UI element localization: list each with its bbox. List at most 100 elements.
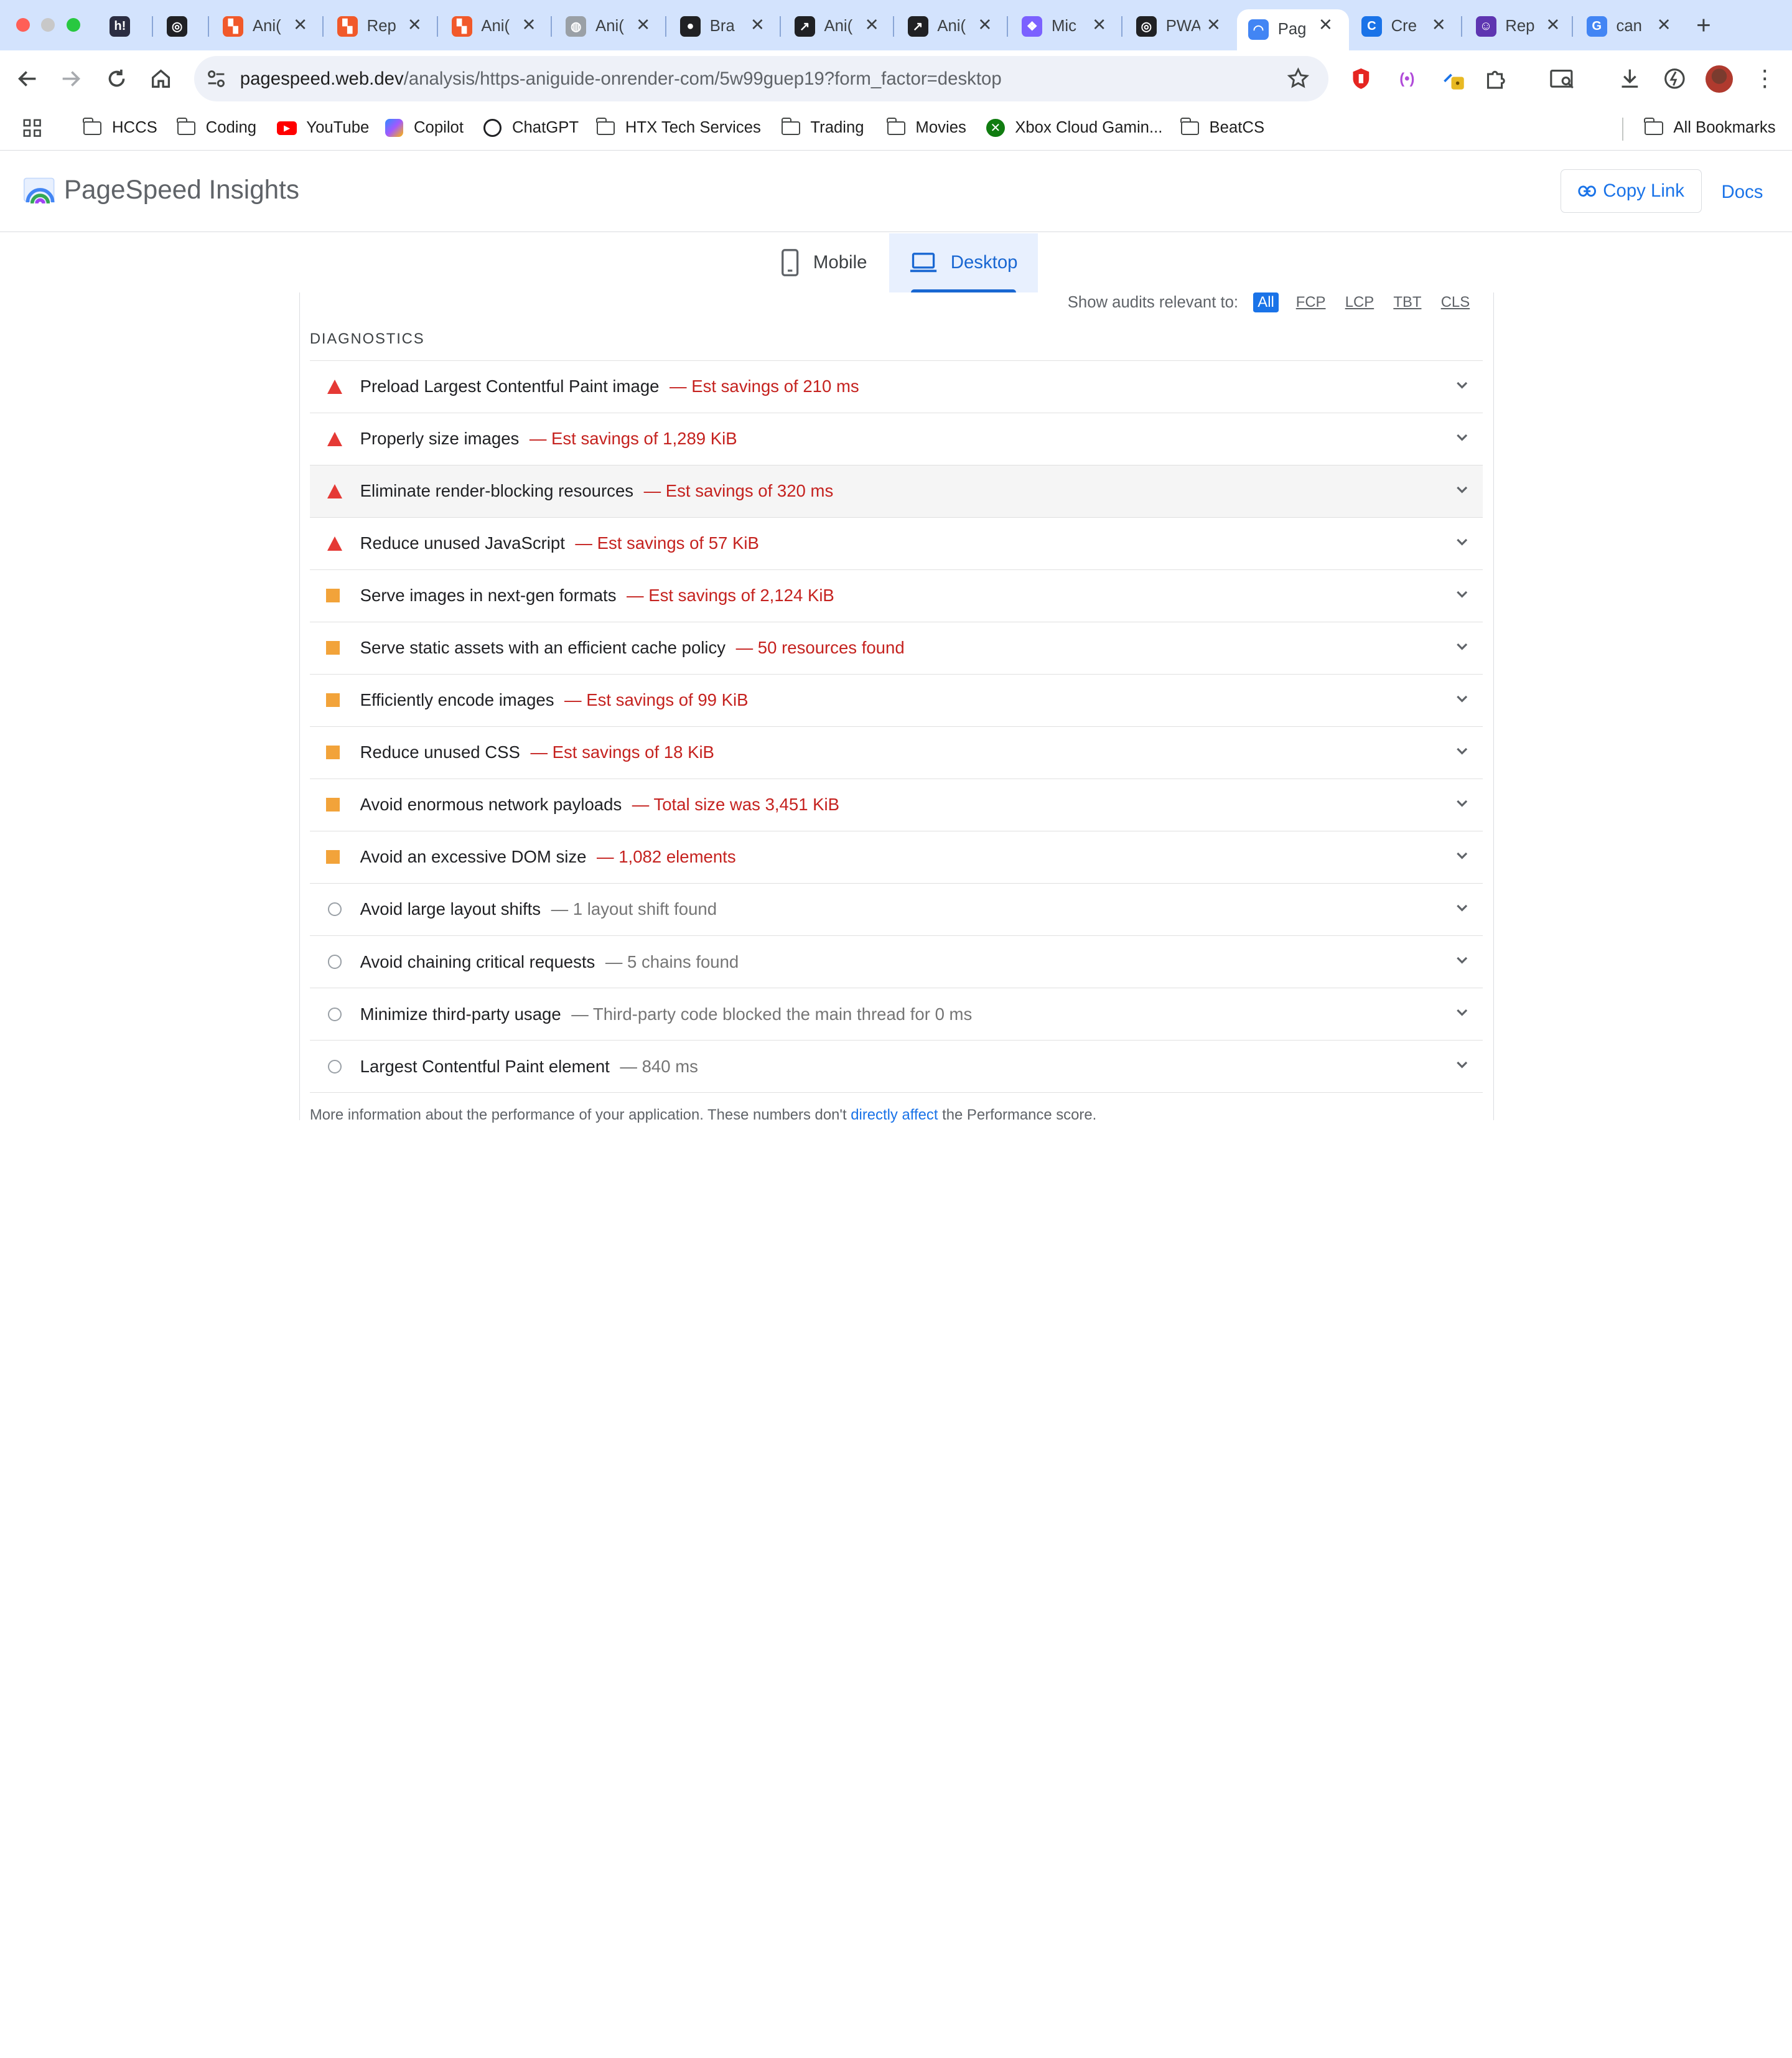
- filter-chip-lcp[interactable]: LCP: [1343, 294, 1376, 311]
- chevron-down-icon[interactable]: [1453, 899, 1471, 917]
- browser-tab[interactable]: ▚ Rep ✕: [326, 9, 438, 44]
- bookmark-hccs[interactable]: HCCS: [82, 118, 157, 137]
- audit-row[interactable]: Serve images in next-gen formats — Est sa…: [309, 569, 1483, 622]
- chevron-down-icon[interactable]: [1453, 585, 1471, 603]
- home-button[interactable]: [146, 64, 176, 94]
- extensions-button[interactable]: [1482, 64, 1511, 94]
- close-tab-icon[interactable]: ✕: [1546, 15, 1560, 35]
- audit-row[interactable]: Largest Contentful Paint element — 840 ms: [309, 1040, 1483, 1092]
- close-tab-icon[interactable]: ✕: [750, 15, 765, 35]
- bookmark-beatcs[interactable]: BeatCS: [1180, 118, 1264, 137]
- all-bookmarks[interactable]: All Bookmarks: [1644, 118, 1776, 137]
- filter-chip-cls[interactable]: CLS: [1439, 294, 1472, 311]
- bookmark-trading[interactable]: Trading: [781, 118, 864, 137]
- audit-row[interactable]: Reduce unused JavaScript — Est savings of…: [309, 517, 1483, 569]
- profile-avatar-button[interactable]: [1704, 64, 1734, 94]
- downloads-button[interactable]: [1615, 64, 1645, 94]
- audit-row[interactable]: Reduce unused CSS — Est savings of 18 KiB: [309, 726, 1483, 779]
- pencil-extension-button[interactable]: [1439, 64, 1469, 94]
- bookmark-coding[interactable]: Coding: [176, 118, 256, 137]
- bookmark-movies[interactable]: Movies: [886, 118, 966, 137]
- close-tab-icon[interactable]: ✕: [1206, 15, 1221, 35]
- docs-link[interactable]: Docs: [1722, 182, 1763, 203]
- browser-tab[interactable]: ↗ Ani(✕: [896, 9, 1008, 44]
- chevron-down-icon[interactable]: [1453, 637, 1471, 655]
- chevron-down-icon[interactable]: [1453, 794, 1471, 812]
- podcast-extension-button[interactable]: (•): [1392, 64, 1422, 94]
- close-tab-icon[interactable]: ✕: [1657, 15, 1671, 35]
- close-tab-icon[interactable]: ✕: [1092, 15, 1106, 35]
- browser-tab[interactable]: ☺ Rep ✕: [1464, 9, 1576, 44]
- audit-row[interactable]: Avoid large layout shifts — 1 layout shif…: [309, 882, 1483, 935]
- browser-tab[interactable]: h!: [98, 9, 149, 44]
- back-button[interactable]: [12, 64, 42, 94]
- chevron-down-icon[interactable]: [1453, 951, 1471, 969]
- browser-tab[interactable]: C Cre ✕: [1350, 9, 1462, 44]
- audit-row[interactable]: Avoid enormous network payloads — Total s…: [309, 778, 1483, 831]
- copy-link-button[interactable]: Copy Link: [1560, 169, 1702, 213]
- bookmark-xbox-cloud-gaming[interactable]: ✕ Xbox Cloud Gamin...: [985, 119, 1162, 138]
- chevron-down-icon[interactable]: [1453, 428, 1471, 446]
- browser-tab[interactable]: ↗ Ani(✕: [783, 9, 895, 44]
- audit-row[interactable]: Efficiently encode images — Est savings o…: [309, 673, 1483, 726]
- directly-affect-link[interactable]: directly affect: [851, 1106, 938, 1123]
- url-text[interactable]: pagespeed.web.dev/analysis/https-aniguid…: [240, 68, 1002, 90]
- audit-row[interactable]: Preload Largest Contentful Paint image — …: [309, 360, 1483, 413]
- close-tab-icon[interactable]: ✕: [521, 15, 536, 35]
- audit-row[interactable]: Avoid an excessive DOM size — 1,082 eleme…: [309, 830, 1483, 883]
- filter-chip-all[interactable]: All: [1253, 292, 1279, 312]
- audit-row[interactable]: Eliminate render-blocking resources — Est…: [309, 464, 1483, 517]
- bookmark-htx-tech-services[interactable]: HTX Tech Services: [595, 118, 761, 137]
- close-tab-icon[interactable]: ✕: [865, 15, 879, 35]
- bookmark-youtube[interactable]: ▶ YouTube: [277, 119, 369, 137]
- chevron-down-icon[interactable]: [1453, 533, 1471, 551]
- audit-row[interactable]: Avoid chaining critical requests — 5 chai…: [309, 935, 1483, 988]
- browser-tab[interactable]: Gcan ✕: [1575, 9, 1687, 44]
- filter-chip-tbt[interactable]: TBT: [1391, 294, 1424, 311]
- pagespeed-logo-icon[interactable]: [23, 175, 57, 209]
- browser-tab[interactable]: ▚ Ani(✕: [440, 9, 552, 44]
- browser-tab[interactable]: ● Bra ✕: [669, 9, 781, 44]
- browser-tab[interactable]: ◎: [156, 9, 206, 44]
- maximize-window-button[interactable]: [66, 18, 80, 32]
- chevron-down-icon[interactable]: [1453, 376, 1471, 394]
- audit-row[interactable]: Serve static assets with an efficient ca…: [309, 621, 1483, 674]
- browser-tab[interactable]: ❖ Mic ✕: [1010, 9, 1122, 44]
- minimize-window-button[interactable]: [41, 18, 55, 32]
- bookmark-chatgpt[interactable]: ChatGPT: [482, 119, 579, 138]
- audit-row[interactable]: Minimize third-party usage — Third-party …: [309, 988, 1483, 1040]
- app-title[interactable]: PageSpeed Insights: [64, 175, 299, 205]
- chevron-down-icon[interactable]: [1453, 1055, 1471, 1073]
- chevron-down-icon[interactable]: [1453, 846, 1471, 864]
- new-tab-button[interactable]: +: [1696, 11, 1711, 40]
- bookmark-star-icon[interactable]: [1287, 67, 1310, 90]
- site-settings-icon[interactable]: [206, 68, 226, 89]
- browser-tab[interactable]: ◠ Pag ✕: [1236, 9, 1349, 50]
- address-bar[interactable]: pagespeed.web.dev/analysis/https-aniguid…: [194, 55, 1328, 102]
- browser-tab[interactable]: ▚ Ani(✕: [212, 9, 324, 44]
- tab-search-button[interactable]: [1547, 64, 1577, 94]
- close-tab-icon[interactable]: ✕: [1318, 15, 1333, 35]
- filter-chip-fcp[interactable]: FCP: [1294, 294, 1328, 311]
- close-tab-icon[interactable]: ✕: [978, 15, 992, 35]
- chevron-down-icon[interactable]: [1453, 742, 1471, 760]
- audit-row[interactable]: Properly size images — Est savings of 1,2…: [309, 412, 1483, 465]
- browser-menu-button[interactable]: ⋮: [1750, 64, 1780, 94]
- close-tab-icon[interactable]: ✕: [636, 15, 650, 35]
- close-tab-icon[interactable]: ✕: [1432, 15, 1446, 35]
- bookmark-copilot[interactable]: Copilot: [384, 119, 464, 138]
- chevron-down-icon[interactable]: [1453, 1003, 1471, 1021]
- chevron-down-icon[interactable]: [1453, 690, 1471, 708]
- opera-extension-button[interactable]: [1346, 64, 1376, 94]
- chevron-down-icon[interactable]: [1453, 480, 1471, 498]
- reload-button[interactable]: [101, 64, 131, 94]
- tab-mobile[interactable]: Mobile: [759, 233, 889, 293]
- close-tab-icon[interactable]: ✕: [408, 15, 422, 35]
- close-window-button[interactable]: [16, 18, 30, 32]
- apps-button[interactable]: [23, 119, 41, 137]
- browser-tab[interactable]: ◎ PWA ✕: [1125, 9, 1237, 44]
- tab-desktop[interactable]: Desktop: [889, 233, 1038, 293]
- forward-button[interactable]: [56, 64, 86, 94]
- browser-tab[interactable]: ◍ Ani(✕: [554, 9, 666, 44]
- performance-button[interactable]: [1659, 64, 1689, 94]
